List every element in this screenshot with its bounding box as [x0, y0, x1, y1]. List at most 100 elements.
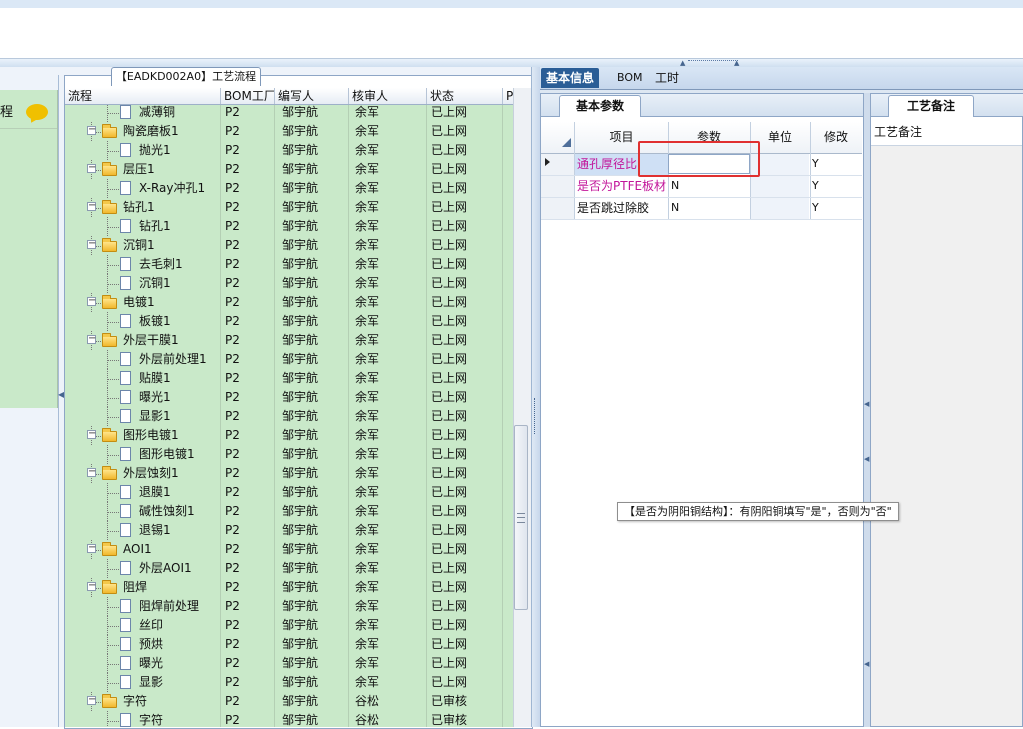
tab-basic-params[interactable]: 基本参数: [559, 95, 641, 117]
tree-folder-row[interactable]: − 钻孔1 P2 邹宇航 余军 已上网: [65, 198, 513, 217]
tree-folder-row[interactable]: − 外层蚀刻1 P2 邹宇航 余军 已上网: [65, 464, 513, 483]
param-modify: Y: [812, 201, 819, 214]
tree-item-row[interactable]: 图形电镀1 P2 邹宇航 余军 已上网: [65, 445, 513, 464]
current-row-arrow-icon: [545, 158, 550, 166]
tab-process-notes[interactable]: 工艺备注: [888, 95, 974, 117]
collapse-minus-icon[interactable]: −: [87, 296, 96, 306]
tree-item-row[interactable]: 沉铜1 P2 邹宇航 余军 已上网: [65, 274, 513, 293]
tree-connector-line: [107, 721, 119, 722]
tree-item-row[interactable]: 阻焊前处理 P2 邹宇航 余军 已上网: [65, 597, 513, 616]
tree-item-row[interactable]: 外层前处理1 P2 邹宇航 余军 已上网: [65, 350, 513, 369]
folder-icon: [102, 428, 117, 442]
tab-bom[interactable]: BOM: [612, 68, 648, 88]
collapse-minus-icon[interactable]: −: [87, 201, 96, 211]
tree-item-row[interactable]: 预烘 P2 邹宇航 余军 已上网: [65, 635, 513, 654]
tab-work-hours[interactable]: 工时: [650, 68, 684, 88]
col-header-reviewer[interactable]: 核审人: [349, 88, 427, 104]
col-header-p[interactable]: P: [503, 88, 513, 104]
grid-corner-icon: [562, 138, 571, 147]
tree-folder-row[interactable]: − 外层干膜1 P2 邹宇航 余军 已上网: [65, 331, 513, 350]
process-tree-grid: 减薄铜 P2 邹宇航 余军 已上网 − 陶瓷磨板1 P2 邹宇航 余军 已上网 抛光1 P2 邹宇航 余军已…: [65, 105, 513, 727]
tree-item-row[interactable]: 丝印 P2 邹宇航 余军 已上网: [65, 616, 513, 635]
tree-connector-line: [107, 189, 119, 190]
step-name: AOI1: [123, 542, 152, 556]
bom-factory: P2: [225, 181, 240, 195]
param-row[interactable]: 是否跳过除胶 N Y: [541, 197, 862, 220]
tree-item-row[interactable]: 板镀1 P2 邹宇航 余军 已上网: [65, 312, 513, 331]
param-value[interactable]: N: [671, 197, 679, 219]
writer: 邹宇航: [282, 219, 319, 233]
step-name: 字符: [139, 713, 164, 727]
tree-folder-row[interactable]: − AOI1 P2 邹宇航 余军 已上网: [65, 540, 513, 559]
collapse-minus-icon[interactable]: −: [87, 581, 96, 591]
tree-folder-row[interactable]: − 电镀1 P2 邹宇航 余军 已上网: [65, 293, 513, 312]
bom-factory: P2: [225, 675, 240, 689]
tree-item-row[interactable]: 显影 P2 邹宇航 余军 已上网: [65, 673, 513, 692]
tree-item-row[interactable]: 碱性蚀刻1 P2 邹宇航 余军 已上网: [65, 502, 513, 521]
writer: 邹宇航: [282, 276, 319, 290]
tree-item-row[interactable]: 曝光 P2 邹宇航 余军 已上网: [65, 654, 513, 673]
collapse-minus-icon[interactable]: −: [87, 543, 96, 553]
reviewer: 余军: [355, 485, 380, 499]
param-modify: Y: [812, 179, 819, 192]
tree-connector-line: [107, 683, 119, 684]
col-header-writer[interactable]: 编写人: [275, 88, 349, 104]
tree-folder-row[interactable]: − 层压1 P2 邹宇航 余军 已上网: [65, 160, 513, 179]
reviewer: 余军: [355, 181, 380, 195]
reviewer: 余军: [355, 447, 380, 461]
tree-folder-row[interactable]: − 沉铜1 P2 邹宇航 余军 已上网: [65, 236, 513, 255]
splitter-up-arrow-icon[interactable]: ▲: [680, 59, 685, 67]
document-icon: [120, 618, 131, 632]
collapse-minus-icon[interactable]: −: [87, 429, 96, 439]
writer: 邹宇航: [282, 257, 319, 271]
tree-item-row[interactable]: 贴膜1 P2 邹宇航 余军 已上网: [65, 369, 513, 388]
tree-folder-row[interactable]: − 图形电镀1 P2 邹宇航 余军 已上网: [65, 426, 513, 445]
bom-factory: P2: [225, 561, 240, 575]
collapse-minus-icon[interactable]: −: [87, 163, 96, 173]
step-name: 层压1: [123, 162, 155, 176]
collapse-arrow-icon[interactable]: ◀: [864, 400, 869, 408]
reviewer: 余军: [355, 219, 380, 233]
writer: 邹宇航: [282, 200, 319, 214]
tree-item-row[interactable]: 外层AOI1 P2 邹宇航 余军 已上网: [65, 559, 513, 578]
bom-factory: P2: [225, 238, 240, 252]
collapse-minus-icon[interactable]: −: [87, 467, 96, 477]
tree-item-row[interactable]: 钻孔1 P2 邹宇航 余军 已上网: [65, 217, 513, 236]
tree-item-row[interactable]: 曝光1 P2 邹宇航 余军 已上网: [65, 388, 513, 407]
tree-folder-row[interactable]: − 字符 P2 邹宇航 谷松 已审核: [65, 692, 513, 711]
collapse-arrow-icon[interactable]: ◀: [864, 455, 869, 463]
param-col-modify[interactable]: 修改: [810, 122, 862, 153]
splitter-grip-icon[interactable]: [534, 398, 537, 434]
param-row[interactable]: 是否为PTFE板材 N Y: [541, 175, 862, 198]
col-header-status[interactable]: 状态: [427, 88, 503, 104]
tree-item-row[interactable]: 去毛刺1 P2 邹宇航 余军 已上网: [65, 255, 513, 274]
tree-item-row[interactable]: 字符 P2 邹宇航 谷松 已审核: [65, 711, 513, 727]
status: 已上网: [431, 466, 468, 480]
reviewer: 余军: [355, 618, 380, 632]
col-header-process[interactable]: 流程: [65, 88, 221, 104]
tree-item-row[interactable]: 减薄铜 P2 邹宇航 余军 已上网: [65, 105, 513, 122]
col-header-bom-factory[interactable]: BOM工厂: [221, 88, 275, 104]
splitter-up-arrow-icon[interactable]: ▲: [734, 59, 739, 67]
bom-factory: P2: [225, 105, 240, 119]
process-title-tab[interactable]: 【EADKD002A0】工艺流程: [111, 67, 261, 86]
step-name: 显影1: [139, 409, 171, 423]
tree-item-row[interactable]: 显影1 P2 邹宇航 余军 已上网: [65, 407, 513, 426]
reviewer: 余军: [355, 257, 380, 271]
tree-folder-row[interactable]: − 陶瓷磨板1 P2 邹宇航 余军 已上网: [65, 122, 513, 141]
collapse-minus-icon[interactable]: −: [87, 695, 96, 705]
collapse-minus-icon[interactable]: −: [87, 125, 96, 135]
collapse-minus-icon[interactable]: −: [87, 239, 96, 249]
param-value[interactable]: N: [671, 175, 679, 197]
tree-item-row[interactable]: X-Ray冲孔1 P2 邹宇航 余军 已上网: [65, 179, 513, 198]
param-item: 是否跳过除胶: [577, 201, 650, 215]
tab-basic-info[interactable]: 基本信息: [541, 68, 600, 88]
tree-folder-row[interactable]: − 阻焊 P2 邹宇航 余军 已上网: [65, 578, 513, 597]
tree-item-row[interactable]: 退锡1 P2 邹宇航 余军 已上网: [65, 521, 513, 540]
tree-item-row[interactable]: 退膜1 P2 邹宇航 余军 已上网: [65, 483, 513, 502]
collapse-arrow-icon[interactable]: ◀: [864, 660, 869, 668]
collapse-minus-icon[interactable]: −: [87, 334, 96, 344]
splitter-grip-icon[interactable]: [688, 60, 738, 65]
tree-item-row[interactable]: 抛光1 P2 邹宇航 余军 已上网: [65, 141, 513, 160]
vertical-scrollbar[interactable]: [513, 88, 531, 727]
